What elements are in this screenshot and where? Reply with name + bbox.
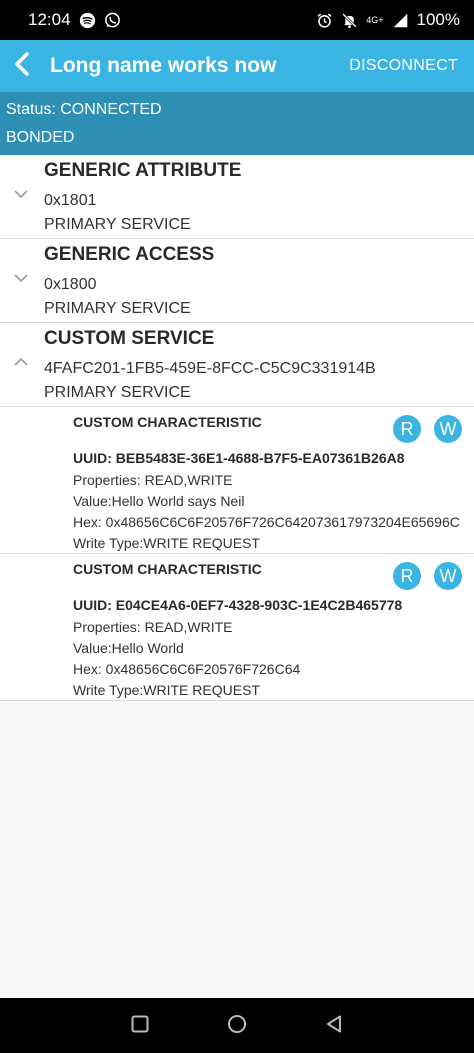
network-type: 4G+ <box>366 14 384 25</box>
characteristic-hex: Hex: 0x48656C6C6F20576F726C64 <box>73 661 301 677</box>
service-item-custom-service[interactable]: CUSTOM SERVICE 4FAFC201-1FB5-459E-8FCC-C… <box>0 323 474 407</box>
characteristic-value: Value:Hello World <box>73 640 184 656</box>
connection-status: Status: CONNECTED <box>6 101 162 118</box>
chevron-down-icon[interactable] <box>12 185 30 203</box>
service-list: GENERIC ATTRIBUTE 0x1801 PRIMARY SERVICE… <box>0 155 474 701</box>
characteristic-uuid: UUID: BEB5483E-36E1-4688-B7F5-EA07361B26… <box>73 450 405 466</box>
read-button[interactable]: R <box>393 562 421 590</box>
recents-button[interactable] <box>129 1015 151 1037</box>
service-item-generic-attribute[interactable]: GENERIC ATTRIBUTE 0x1801 PRIMARY SERVICE <box>0 155 474 239</box>
characteristic-write-type: Write Type:WRITE REQUEST <box>73 535 260 551</box>
characteristic-properties: Properties: READ,WRITE <box>73 472 233 488</box>
characteristic-write-type: Write Type:WRITE REQUEST <box>73 682 260 698</box>
service-item-generic-access[interactable]: GENERIC ACCESS 0x1800 PRIMARY SERVICE <box>0 239 474 323</box>
characteristic-properties: Properties: READ,WRITE <box>73 619 233 635</box>
characteristic-name: CUSTOM CHARACTERISTIC <box>73 561 262 577</box>
characteristic-hex: Hex: 0x48656C6C6F20576F726C6420736179732… <box>73 514 460 530</box>
back-button[interactable] <box>2 40 42 92</box>
system-navigation-bar <box>0 998 474 1053</box>
circle-icon <box>227 1014 247 1039</box>
service-name: GENERIC ATTRIBUTE <box>44 160 242 181</box>
alarm-icon <box>316 12 333 29</box>
service-uuid: 0x1800 <box>44 276 97 293</box>
bond-status: BONDED <box>6 129 75 146</box>
status-bar-left: 12:04 <box>28 10 121 30</box>
disconnect-button[interactable]: DISCONNECT <box>349 57 458 75</box>
service-name: GENERIC ACCESS <box>44 244 215 265</box>
signal-icon <box>392 12 409 29</box>
chevron-down-icon[interactable] <box>12 269 30 287</box>
service-type: PRIMARY SERVICE <box>44 384 191 401</box>
back-nav-button[interactable] <box>323 1015 345 1037</box>
home-button[interactable] <box>226 1014 248 1039</box>
connection-status-panel: Status: CONNECTED BONDED <box>0 92 474 155</box>
page-title: Long name works now <box>50 54 277 77</box>
chevron-up-icon[interactable] <box>12 353 30 371</box>
whatsapp-icon <box>104 12 121 29</box>
characteristic-name: CUSTOM CHARACTERISTIC <box>73 414 262 430</box>
service-uuid: 4FAFC201-1FB5-459E-8FCC-C5C9C331914B <box>44 360 376 377</box>
service-type: PRIMARY SERVICE <box>44 300 191 317</box>
spotify-icon <box>79 12 96 29</box>
status-bar-right: 4G+ 100% <box>316 10 460 30</box>
system-status-bar: 12:04 4G+ 100% <box>0 0 474 40</box>
characteristic-item: CUSTOM CHARACTERISTIC R W UUID: BEB5483E… <box>0 407 474 554</box>
chevron-left-icon <box>12 51 32 82</box>
clock: 12:04 <box>28 10 71 29</box>
square-icon <box>130 1014 150 1039</box>
characteristic-value: Value:Hello World says Neil <box>73 493 245 509</box>
characteristic-item: CUSTOM CHARACTERISTIC R W UUID: E04CE4A6… <box>0 554 474 701</box>
service-name: CUSTOM SERVICE <box>44 328 215 349</box>
characteristic-uuid: UUID: E04CE4A6-0EF7-4328-903C-1E4C2B4657… <box>73 597 403 613</box>
service-type: PRIMARY SERVICE <box>44 216 191 233</box>
mute-icon <box>341 12 358 29</box>
battery-level: 100% <box>416 10 460 29</box>
write-button[interactable]: W <box>434 415 462 443</box>
triangle-back-icon <box>324 1014 344 1039</box>
app-bar: Long name works now DISCONNECT <box>0 40 474 92</box>
read-button[interactable]: R <box>393 415 421 443</box>
write-button[interactable]: W <box>434 562 462 590</box>
service-uuid: 0x1801 <box>44 192 97 209</box>
